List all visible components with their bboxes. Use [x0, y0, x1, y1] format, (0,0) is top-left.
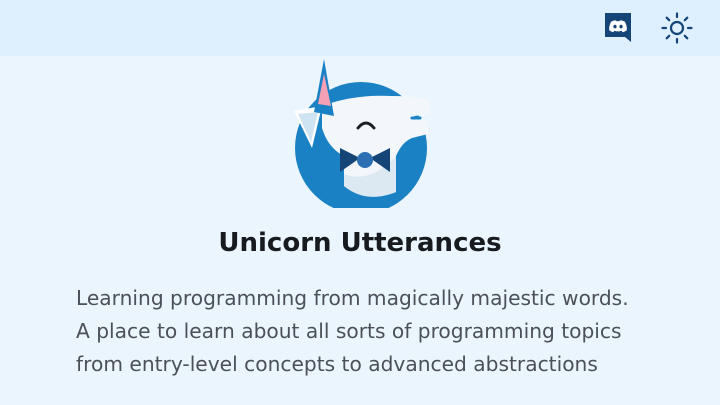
theme-toggle-button[interactable]: [658, 10, 696, 46]
discord-icon: [605, 13, 631, 42]
sun-icon: [661, 12, 693, 44]
unicorn-logo: [284, 56, 436, 214]
site-title: Unicorn Utterances: [218, 228, 502, 258]
discord-button[interactable]: [601, 10, 635, 44]
unicorn-logo-icon: [294, 59, 430, 214]
site-description: Learning programming from magically maje…: [76, 286, 629, 376]
